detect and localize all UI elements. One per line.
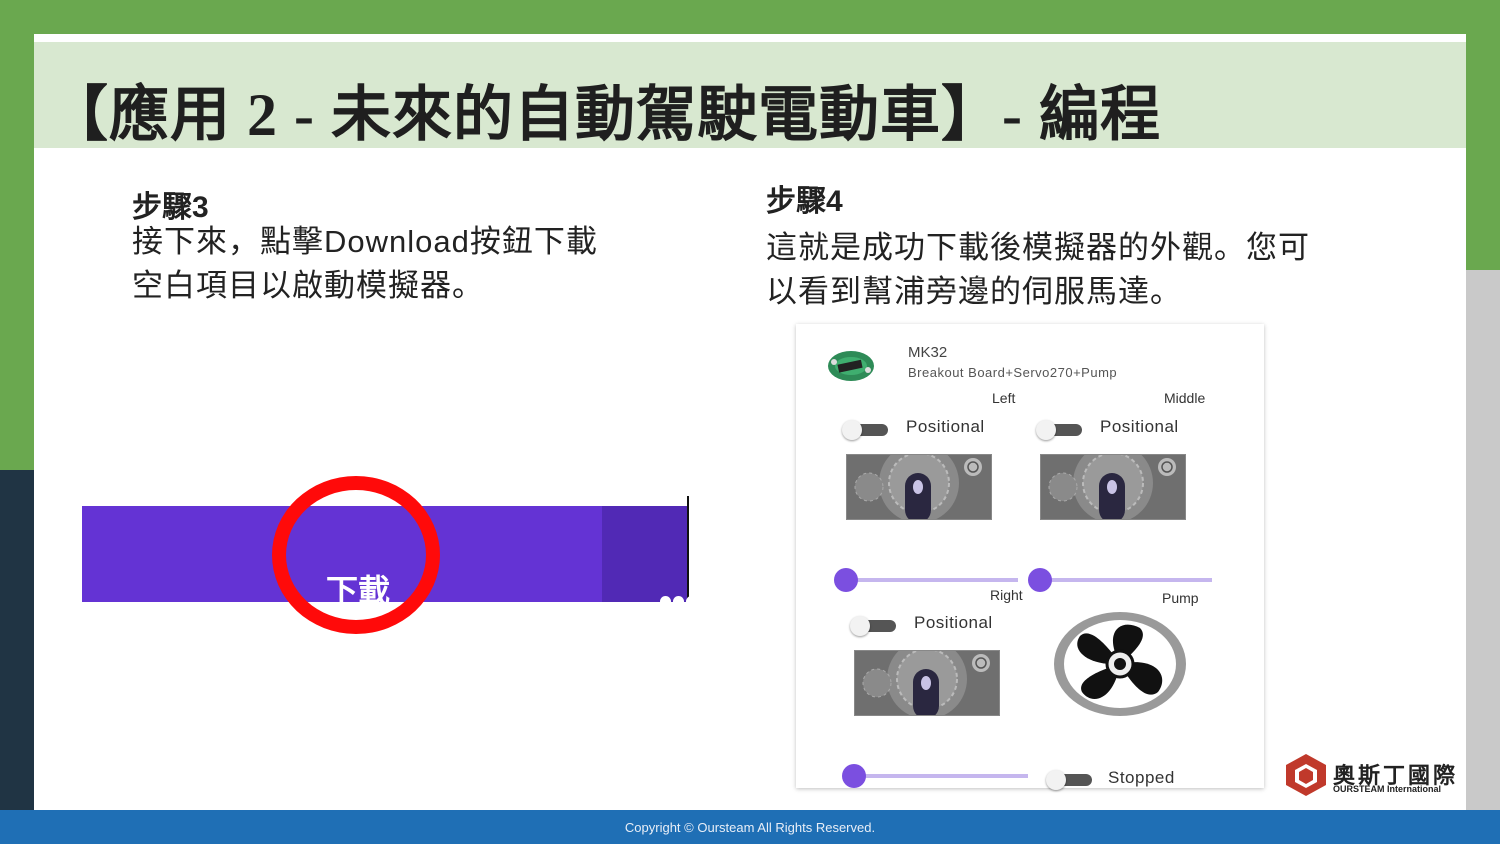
step4-line2: 以看到幫浦旁邊的伺服馬達。 — [766, 274, 1182, 309]
servo-left-mode: Positional — [906, 417, 985, 436]
company-logo-icon — [1286, 754, 1326, 796]
servo-middle-slider-handle[interactable] — [1028, 568, 1052, 592]
slide: 【應用 2 - 未來的自動駕駛電動車】- 編程 步驟3 接下來，點擊Downlo… — [34, 34, 1466, 810]
servo-left-toggle[interactable] — [842, 420, 890, 440]
step3-line2: 空白項目以啟動模擬器。 — [132, 268, 484, 303]
servo-right-slider-track[interactable] — [854, 774, 1028, 778]
step4-heading: 步驟4 — [766, 185, 843, 218]
simulator-card: MK32 Breakout Board+Servo270+Pump Left P… — [796, 324, 1264, 790]
board-name: MK32 — [908, 344, 948, 361]
cursor-edge — [687, 496, 689, 603]
highlight-circle — [272, 476, 440, 634]
step3-line1: 接下來，點擊Download按鈕下載 — [132, 224, 598, 259]
servo-left-image — [846, 443, 992, 523]
servo-middle-image — [1040, 443, 1186, 523]
servo-left-label: Left — [992, 390, 1016, 406]
servo-left-slider-track[interactable] — [846, 578, 1018, 582]
servo-right-mode: Positional — [914, 613, 993, 632]
board-icon — [828, 351, 874, 381]
pump-status: Stopped — [1108, 768, 1175, 787]
servo-middle-slider-track[interactable] — [1040, 578, 1212, 582]
servo-left-slider-handle[interactable] — [834, 568, 858, 592]
servo-right-slider-handle[interactable] — [842, 764, 866, 788]
servo-right-toggle[interactable] — [850, 616, 898, 636]
footer-copyright: Copyright © Oursteam All Rights Reserved… — [624, 820, 876, 835]
more-options-button[interactable] — [602, 506, 688, 602]
title-band: 【應用 2 - 未來的自動駕駛電動車】- 編程 — [34, 42, 1466, 148]
step4-line1: 這就是成功下載後模擬器的外觀。您可 — [766, 230, 1310, 265]
pump-label: Pump — [1162, 590, 1199, 606]
pump-toggle[interactable] — [1046, 770, 1094, 790]
more-dots-icon — [660, 594, 699, 612]
company-logo-subtitle: OURSTEAM International — [1333, 784, 1442, 794]
servo-middle-mode: Positional — [1100, 417, 1179, 436]
servo-middle-label: Middle — [1164, 390, 1206, 406]
slide-title: 【應用 2 - 未來的自動駕駛電動車】- 編程 — [48, 82, 1161, 148]
servo-right-label: Right — [990, 587, 1023, 603]
servo-right-image — [854, 639, 1000, 719]
servo-middle-toggle[interactable] — [1036, 420, 1084, 440]
pump-fan-icon — [1054, 612, 1186, 716]
board-subtitle: Breakout Board+Servo270+Pump — [908, 365, 1118, 380]
